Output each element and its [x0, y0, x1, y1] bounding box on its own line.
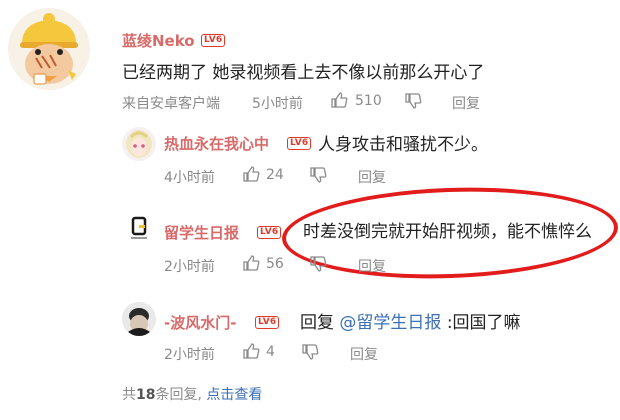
- reply-button[interactable]: 回复: [350, 344, 378, 364]
- anime-girl-avatar-icon: [122, 127, 156, 161]
- timestamp: 4小时前: [164, 170, 215, 186]
- thumbs-down-icon[interactable]: [309, 166, 327, 184]
- main-avatar[interactable]: [8, 8, 90, 90]
- thumbs-up-icon[interactable]: [242, 254, 260, 272]
- timestamp: 2小时前: [164, 347, 215, 363]
- reply-avatar[interactable]: [122, 302, 156, 336]
- level-badge: LV6: [201, 34, 226, 47]
- reply-username[interactable]: 热血永在我心中: [164, 133, 269, 154]
- view-all-link[interactable]: 点击查看: [206, 387, 262, 403]
- reply-count-footer: 共18条回复, 点击查看: [122, 384, 262, 404]
- like-count: 510: [355, 93, 382, 109]
- reply-username[interactable]: 留学生日报: [164, 222, 239, 243]
- thumbs-up-icon[interactable]: [330, 91, 348, 109]
- dark-character-avatar-icon: [122, 302, 156, 336]
- like-count: 24: [266, 167, 284, 183]
- reply-button[interactable]: 回复: [358, 167, 386, 187]
- reply-prefix: 回复: [300, 313, 334, 333]
- reply-button[interactable]: 回复: [358, 256, 386, 276]
- news-logo-avatar-icon: [122, 212, 156, 246]
- reply-avatar[interactable]: [122, 212, 156, 246]
- reply-count: 18: [136, 387, 156, 403]
- source-label: 来自安卓客户端: [122, 96, 220, 112]
- like-count: 56: [266, 256, 284, 272]
- main-username[interactable]: 蓝绫Neko: [122, 30, 195, 51]
- reply-button[interactable]: 回复: [452, 93, 480, 113]
- count-suffix: 条回复,: [155, 387, 202, 403]
- reply-text-line: 回复 @留学生日报 :回国了嘛: [300, 308, 521, 333]
- thumbs-down-icon[interactable]: [309, 255, 327, 273]
- thumbs-up-icon[interactable]: [242, 342, 260, 360]
- reply-username[interactable]: -波风水门-: [164, 312, 236, 333]
- timestamp: 2小时前: [164, 259, 215, 275]
- level-badge: LV6: [287, 137, 312, 150]
- reply-avatar[interactable]: [122, 127, 156, 161]
- duck-avatar-icon: [8, 8, 90, 90]
- thumbs-down-icon[interactable]: [404, 92, 422, 110]
- like-count: 4: [266, 344, 275, 360]
- highlight-circle: [280, 182, 620, 284]
- mention-link[interactable]: @留学生日报: [339, 313, 441, 333]
- thumbs-up-icon[interactable]: [242, 165, 260, 183]
- count-prefix: 共: [122, 387, 136, 403]
- reply-text: :回国了嘛: [446, 313, 521, 333]
- main-comment-text: 已经两期了 她录视频看上去不像以前那么开心了: [122, 63, 485, 83]
- level-badge: LV6: [255, 316, 280, 329]
- timestamp: 5小时前: [252, 96, 303, 112]
- thumbs-down-icon[interactable]: [301, 343, 319, 361]
- level-badge: LV6: [257, 226, 282, 239]
- reply-text: 人身攻击和骚扰不少。: [318, 135, 488, 155]
